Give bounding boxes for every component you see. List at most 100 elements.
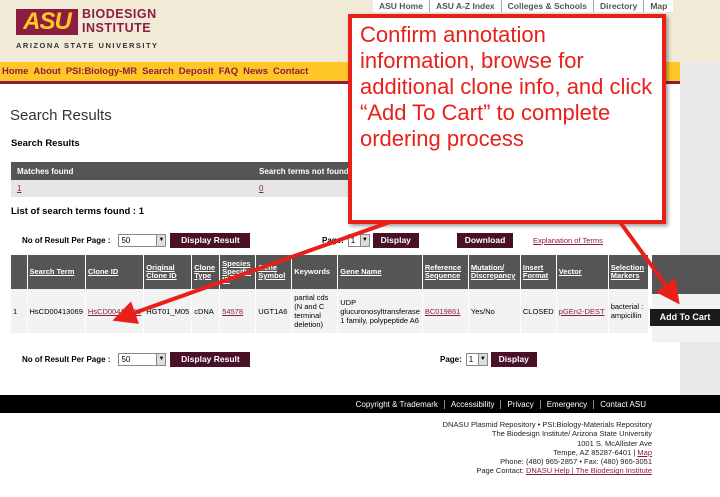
matches-value[interactable]: 1 bbox=[11, 180, 253, 197]
section-title: Search Results bbox=[11, 138, 80, 149]
col-species-id[interactable]: Species Specific ID bbox=[219, 255, 257, 289]
add-to-cart-button[interactable]: Add To Cart bbox=[650, 309, 720, 326]
nav-news[interactable]: News bbox=[243, 66, 268, 77]
page-edge-shadow bbox=[680, 62, 720, 395]
rpp-label: No of Result Per Page : bbox=[22, 355, 111, 364]
top-link-asu-home[interactable]: ASU Home bbox=[373, 0, 429, 12]
cell-search-term: HsCD00413069 bbox=[27, 289, 86, 333]
col-selection-markers[interactable]: Selection Markers bbox=[608, 255, 649, 289]
cell-selection-markers: bacterial : ampicillin bbox=[608, 289, 649, 333]
list-title: List of search terms found : 1 bbox=[11, 206, 145, 217]
top-link-colleges[interactable]: Colleges & Schools bbox=[500, 0, 593, 12]
nav-home[interactable]: Home bbox=[2, 66, 28, 77]
cell-reference-link[interactable]: BC019861 bbox=[422, 289, 469, 333]
top-link-map[interactable]: Map bbox=[643, 0, 673, 12]
biodesign-logo-text[interactable]: BIODESIGN INSTITUTE bbox=[82, 7, 157, 35]
not-found-value[interactable]: 0 bbox=[253, 180, 353, 197]
download-button[interactable]: Download bbox=[457, 233, 513, 248]
chevron-down-icon: ▼ bbox=[156, 354, 166, 365]
col-keywords: Keywords bbox=[291, 255, 339, 289]
rpp-label: No of Result Per Page : bbox=[22, 236, 111, 245]
col-insert-format[interactable]: Insert Format bbox=[520, 255, 557, 289]
col-num bbox=[11, 255, 28, 289]
pager-top: Page: 1 ▼ Display bbox=[322, 233, 419, 248]
logo-subtitle: ARIZONA STATE UNIVERSITY bbox=[16, 41, 159, 50]
cell-keywords: partial cds (N and C terminal deletion) bbox=[291, 289, 339, 333]
footer-link-copyright[interactable]: Copyright & Trademark bbox=[350, 400, 444, 409]
table-row: 1 HsCD00413069 HsCD00413069 HGT01_M05 cD… bbox=[11, 289, 649, 333]
col-clone-id[interactable]: Clone ID bbox=[85, 255, 145, 289]
col-original-clone-id[interactable]: Original Clone ID bbox=[143, 255, 193, 289]
not-found-header: Search terms not found bbox=[253, 162, 353, 180]
footer-address-text: Tempe, AZ 85287-6401 | bbox=[553, 447, 636, 457]
cell-clone-type: cDNA bbox=[191, 289, 221, 333]
footer-line-2: The Biodesign Institute/ Arizona State U… bbox=[491, 429, 652, 439]
logo-line-2: INSTITUTE bbox=[82, 21, 152, 35]
page-select-value: 1 bbox=[468, 355, 474, 364]
rpp-select-value: 50 bbox=[121, 236, 131, 245]
row-number: 1 bbox=[11, 289, 28, 333]
chevron-down-icon: ▼ bbox=[359, 235, 369, 246]
page-select-bottom[interactable]: 1 ▼ bbox=[465, 353, 488, 366]
col-vector[interactable]: Vector bbox=[556, 255, 609, 289]
annotation-callout: Confirm annotation information, browse f… bbox=[348, 14, 666, 224]
cell-gene-name: UDP glucuronosyltransferase 1 family, po… bbox=[337, 289, 423, 333]
asu-logo[interactable]: ASU bbox=[16, 9, 78, 35]
top-link-directory[interactable]: Directory bbox=[593, 0, 643, 12]
rpp-select-value: 50 bbox=[121, 355, 131, 364]
display-button-top[interactable]: Display bbox=[372, 233, 419, 248]
page-select-value: 1 bbox=[350, 236, 356, 245]
rpp-select-bottom[interactable]: 50 ▼ bbox=[118, 353, 167, 366]
footer-links-bar: Copyright & Trademark Accessibility Priv… bbox=[0, 395, 720, 413]
nav-contact[interactable]: Contact bbox=[273, 66, 308, 77]
top-links: ASU Home ASU A-Z Index Colleges & School… bbox=[373, 0, 674, 12]
footer-link-emergency[interactable]: Emergency bbox=[539, 399, 593, 409]
nav-about[interactable]: About bbox=[33, 66, 60, 77]
footer-address: DNASU Plasmid Repository • PSI:Biology-M… bbox=[443, 420, 652, 476]
footer-map-link[interactable]: Map bbox=[637, 448, 652, 457]
footer-link-contact-asu[interactable]: Contact ASU bbox=[593, 399, 652, 409]
footer-contact-label: Page Contact: bbox=[476, 466, 524, 476]
nav-search[interactable]: Search bbox=[142, 66, 174, 77]
cell-original-clone-id: HGT01_M05 bbox=[143, 289, 193, 333]
results-per-page-top: No of Result Per Page : 50 ▼ Display Resu… bbox=[22, 233, 251, 248]
chevron-down-icon: ▼ bbox=[156, 235, 166, 246]
col-clone-type[interactable]: Clone Type bbox=[191, 255, 221, 289]
nav-psi-biology[interactable]: PSI:Biology-MR bbox=[66, 66, 137, 77]
pager-bottom: Page: 1 ▼ Display bbox=[440, 352, 537, 367]
col-gene-name[interactable]: Gene Name bbox=[337, 255, 423, 289]
logo-line-1: BIODESIGN bbox=[82, 7, 157, 21]
display-result-button-top[interactable]: Display Result bbox=[170, 233, 251, 248]
matches-header: Matches found bbox=[11, 162, 253, 180]
top-link-az-index[interactable]: ASU A-Z Index bbox=[428, 0, 501, 12]
col-gene-symbol[interactable]: Gene Symbol bbox=[255, 255, 293, 289]
page-label: Page: bbox=[440, 355, 462, 364]
footer-help-link[interactable]: DNASU Help | The Biodesign Institute bbox=[526, 466, 652, 475]
page-label: Page: bbox=[322, 236, 344, 245]
page-select-top[interactable]: 1 ▼ bbox=[347, 234, 370, 247]
nav-deposit[interactable]: Deposit bbox=[179, 66, 214, 77]
col-search-term[interactable]: Search Term bbox=[27, 255, 86, 289]
chevron-down-icon: ▼ bbox=[477, 354, 487, 365]
display-result-button-bottom[interactable]: Display Result bbox=[170, 352, 251, 367]
display-button-bottom[interactable]: Display bbox=[490, 352, 537, 367]
cell-insert-format: CLOSED bbox=[520, 289, 557, 333]
explanation-of-terms-link[interactable]: Explanation of Terms bbox=[533, 236, 603, 245]
col-mutation[interactable]: Mutation/ Discrepancy bbox=[468, 255, 521, 289]
footer-line-4: Tempe, AZ 85287-6401 | Map bbox=[443, 448, 652, 457]
rpp-select-top[interactable]: 50 ▼ bbox=[118, 234, 167, 247]
cell-clone-id-link[interactable]: HsCD00413069 bbox=[85, 289, 145, 333]
results-per-page-bottom: No of Result Per Page : 50 ▼ Display Resu… bbox=[22, 352, 251, 367]
cell-vector-link[interactable]: pGEn2-DEST bbox=[556, 289, 609, 333]
footer-line-5: Phone: (480) 965-2857 • Fax: (480) 965-3… bbox=[500, 457, 652, 467]
page-title: Search Results bbox=[10, 107, 112, 124]
nav-faq[interactable]: FAQ bbox=[219, 66, 239, 77]
col-reference-sequence[interactable]: Reference Sequence bbox=[422, 255, 469, 289]
cell-mutation: Yes/No bbox=[468, 289, 521, 333]
footer-link-accessibility[interactable]: Accessibility bbox=[443, 399, 501, 409]
results-table: Search Term Clone ID Original Clone ID C… bbox=[11, 255, 649, 333]
footer-link-privacy[interactable]: Privacy bbox=[500, 399, 539, 409]
cell-species-id-link[interactable]: 54578 bbox=[219, 289, 257, 333]
cart-column-header bbox=[652, 255, 720, 294]
footer-line-1: DNASU Plasmid Repository • PSI:Biology-M… bbox=[442, 420, 652, 429]
